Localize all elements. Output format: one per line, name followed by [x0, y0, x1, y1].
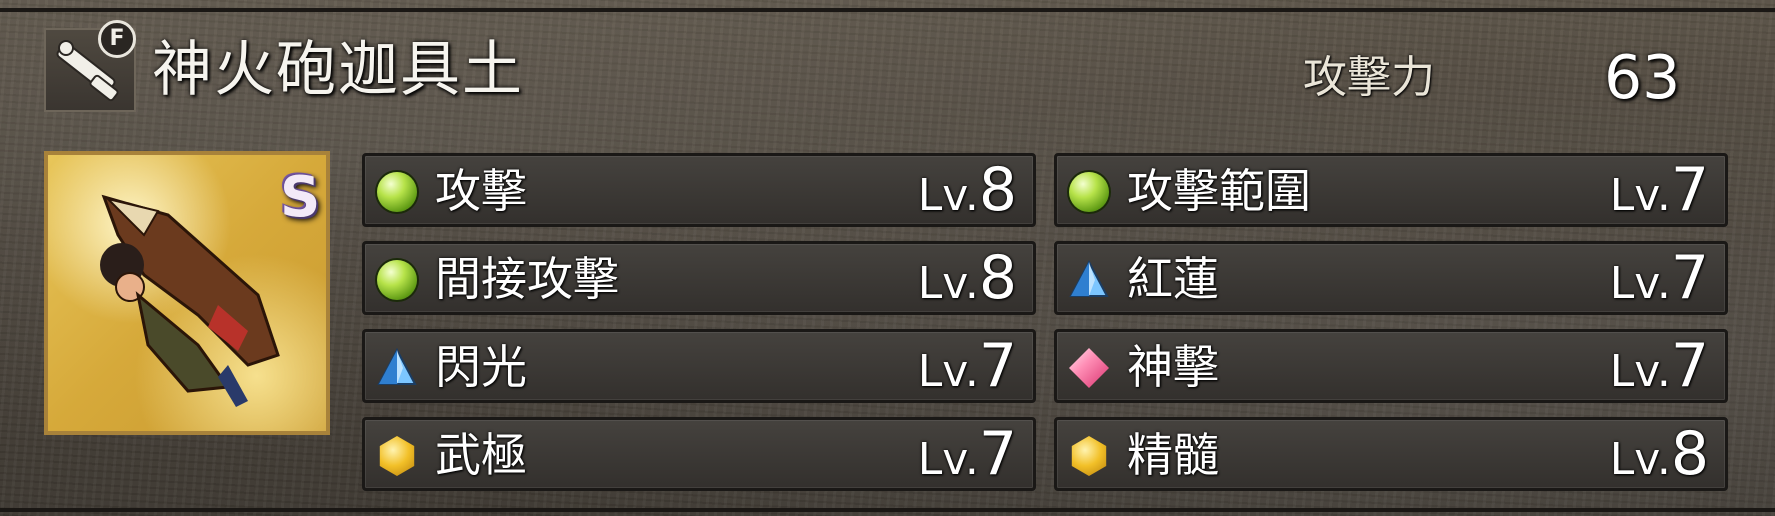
skill-slot[interactable]: 神擊 Lv.7	[1054, 329, 1728, 403]
skill-level: Lv.7	[918, 422, 1017, 492]
weapon-info-panel: F 神火砲迦具土 攻擊力 63 S 攻擊 Lv.8 攻擊範圍 Lv.7 間接攻擊	[0, 0, 1775, 516]
level-number: 7	[978, 331, 1017, 401]
level-number: 8	[1670, 419, 1709, 489]
skill-level: Lv.7	[1610, 158, 1709, 228]
level-prefix: Lv.	[917, 346, 979, 397]
level-prefix: Lv.	[917, 434, 979, 485]
skill-slot[interactable]: 攻擊 Lv.8	[362, 153, 1036, 227]
rank-badge: S	[280, 165, 321, 230]
skill-name: 精髓	[1127, 428, 1219, 482]
level-prefix: Lv.	[917, 258, 979, 309]
skill-level: Lv.8	[1610, 422, 1709, 492]
top-divider	[0, 8, 1775, 12]
skill-slot[interactable]: 精髓 Lv.8	[1054, 417, 1728, 491]
level-number: 8	[978, 243, 1017, 313]
skill-name: 閃光	[435, 340, 527, 394]
level-number: 8	[978, 155, 1017, 225]
level-prefix: Lv.	[1609, 434, 1671, 485]
level-number: 7	[1670, 155, 1709, 225]
skill-slot[interactable]: 武極 Lv.7	[362, 417, 1036, 491]
skill-slot[interactable]: 紅蓮 Lv.7	[1054, 241, 1728, 315]
gold-hexagon-icon	[379, 436, 415, 476]
green-orb-icon	[377, 260, 417, 300]
f-badge: F	[98, 20, 136, 58]
level-prefix: Lv.	[1609, 346, 1671, 397]
skill-level: Lv.7	[1610, 334, 1709, 404]
level-prefix: Lv.	[917, 170, 979, 221]
level-number: 7	[978, 419, 1017, 489]
level-number: 7	[1670, 331, 1709, 401]
green-orb-icon	[1069, 172, 1109, 212]
gold-hexagon-icon	[1071, 436, 1107, 476]
skill-level: Lv.7	[1610, 246, 1709, 316]
level-prefix: Lv.	[1609, 170, 1671, 221]
attack-label: 攻擊力	[1303, 52, 1435, 103]
blue-pyramid-icon	[377, 348, 417, 385]
green-orb-icon	[377, 172, 417, 212]
skill-name: 攻擊	[435, 164, 527, 218]
level-prefix: Lv.	[1609, 258, 1671, 309]
skill-level: Lv.8	[918, 158, 1017, 228]
skill-name: 間接攻擊	[435, 252, 619, 306]
weapon-name: 神火砲迦具土	[152, 35, 524, 105]
bottom-divider	[0, 508, 1775, 512]
skill-level: Lv.7	[918, 334, 1017, 404]
skill-name: 紅蓮	[1127, 252, 1219, 306]
skill-slot[interactable]: 攻擊範圍 Lv.7	[1054, 153, 1728, 227]
skill-slot[interactable]: 間接攻擊 Lv.8	[362, 241, 1036, 315]
pink-diamond-icon	[1069, 348, 1109, 388]
attack-value: 63	[1604, 43, 1681, 113]
skill-name: 攻擊範圍	[1127, 164, 1311, 218]
blue-pyramid-icon	[1069, 260, 1109, 297]
level-number: 7	[1670, 243, 1709, 313]
skill-name: 神擊	[1127, 340, 1219, 394]
skill-level: Lv.8	[918, 246, 1017, 316]
skill-slot[interactable]: 閃光 Lv.7	[362, 329, 1036, 403]
skill-name: 武極	[435, 428, 527, 482]
